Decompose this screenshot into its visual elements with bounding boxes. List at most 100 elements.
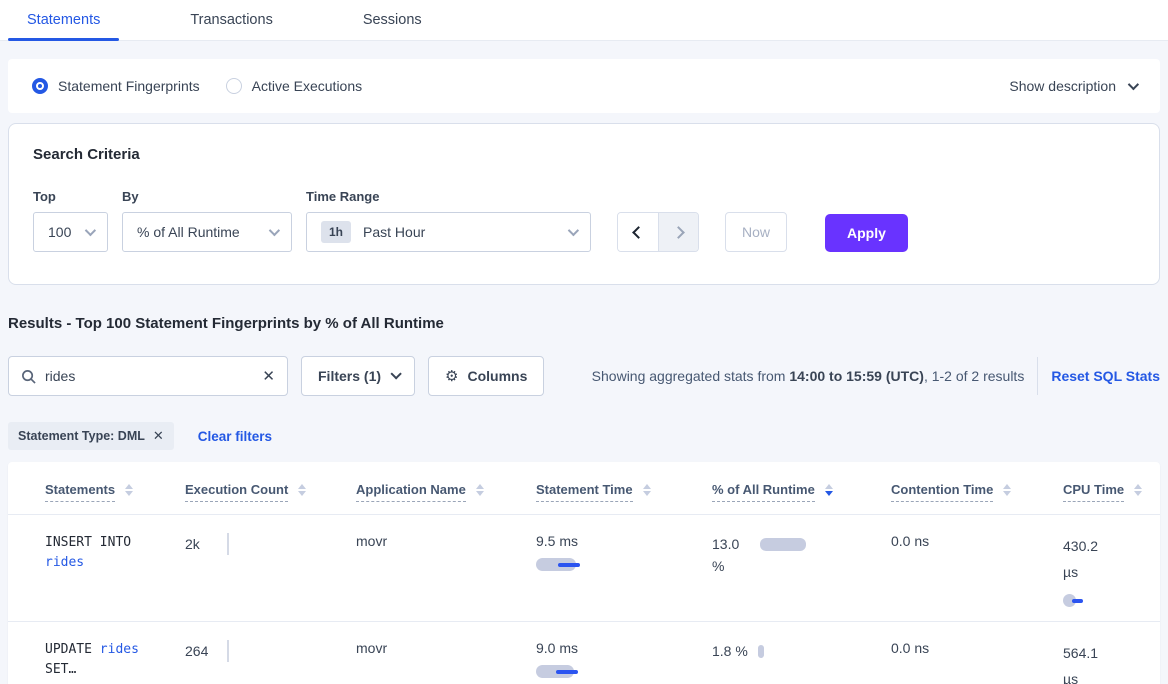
top-label: Top xyxy=(33,189,108,204)
execution-count-cell: 2k xyxy=(185,533,356,555)
application-name-cell: movr xyxy=(356,640,536,656)
summary-prefix: Showing aggregated stats from xyxy=(592,368,790,384)
column-header-pct-runtime[interactable]: % of All Runtime xyxy=(712,482,891,514)
statement-time-cell: 9.0 ms xyxy=(536,640,712,678)
execution-count-value: 264 xyxy=(185,643,225,659)
radio-selected-icon xyxy=(32,78,48,94)
view-mode-band: Statement Fingerprints Active Executions… xyxy=(8,59,1160,113)
time-range-badge: 1h xyxy=(321,221,351,243)
gear-icon: ⚙ xyxy=(445,367,458,385)
reset-sql-stats-link[interactable]: Reset SQL Stats xyxy=(1051,368,1160,384)
execution-count-bar xyxy=(227,533,229,555)
table-header-row: Statements Execution Count Application N… xyxy=(8,462,1160,514)
statement-time-value: 9.5 ms xyxy=(536,533,700,549)
sort-icon xyxy=(125,484,133,496)
tab-transactions[interactable]: Transactions xyxy=(171,2,291,40)
next-time-button[interactable] xyxy=(658,213,698,251)
search-icon xyxy=(21,369,36,384)
search-box: ✕ xyxy=(8,356,288,396)
filters-button-label: Filters (1) xyxy=(318,368,381,384)
statement-time-bar xyxy=(536,558,584,571)
time-range-select[interactable]: 1h Past Hour xyxy=(306,212,591,252)
clear-filters-link[interactable]: Clear filters xyxy=(198,429,272,444)
now-button[interactable]: Now xyxy=(725,212,787,252)
table-row: INSERT INTO rides 2k movr 9.5 ms 13.0 % … xyxy=(8,514,1160,621)
statement-time-value: 9.0 ms xyxy=(536,640,700,656)
column-header-contention-time[interactable]: Contention Time xyxy=(891,482,1063,514)
cpu-time-bar xyxy=(1063,594,1087,607)
chevron-down-icon xyxy=(85,225,96,236)
search-criteria-title: Search Criteria xyxy=(33,146,1135,163)
view-mode-radio-group: Statement Fingerprints Active Executions xyxy=(32,78,362,94)
summary-time-range: 14:00 to 15:59 (UTC) xyxy=(789,368,924,384)
columns-button[interactable]: ⚙ Columns xyxy=(428,356,544,396)
tab-sessions[interactable]: Sessions xyxy=(344,2,441,40)
sort-icon-active-desc xyxy=(825,484,833,496)
columns-button-label: Columns xyxy=(467,368,527,384)
radio-statement-fingerprints[interactable]: Statement Fingerprints xyxy=(32,78,200,94)
statement-cell: INSERT INTO rides xyxy=(45,533,185,573)
cpu-time-value: 430.2 µs xyxy=(1063,533,1109,585)
pct-runtime-cell: 1.8 % xyxy=(712,640,891,662)
clear-search-icon[interactable]: ✕ xyxy=(262,369,275,384)
column-header-statements[interactable]: Statements xyxy=(45,482,185,514)
statement-text: UPDATE xyxy=(45,642,92,657)
results-toolbar: ✕ Filters (1) ⚙ Columns Showing aggregat… xyxy=(8,356,1160,396)
chevron-down-icon xyxy=(269,225,280,236)
sort-icon xyxy=(298,484,306,496)
top-select-value: 100 xyxy=(48,224,71,240)
chevron-left-icon xyxy=(632,226,645,239)
time-range-field: Time Range 1h Past Hour xyxy=(306,189,591,252)
search-input[interactable] xyxy=(45,368,262,384)
pct-runtime-value: 13.0 % xyxy=(712,533,750,577)
results-heading: Results - Top 100 Statement Fingerprints… xyxy=(8,315,1160,332)
top-select[interactable]: 100 xyxy=(33,212,108,252)
column-header-execution-count[interactable]: Execution Count xyxy=(185,482,356,514)
statement-link[interactable]: rides xyxy=(45,555,84,570)
column-header-statement-time[interactable]: Statement Time xyxy=(536,482,712,514)
cpu-time-cell: 430.2 µs xyxy=(1063,533,1160,607)
pct-runtime-bar xyxy=(760,538,806,551)
table-row: UPDATE rides SET… 264 movr 9.0 ms 1.8 % … xyxy=(8,621,1160,684)
column-header-application-name[interactable]: Application Name xyxy=(356,482,536,514)
results-summary: Showing aggregated stats from 14:00 to 1… xyxy=(592,368,1025,384)
vertical-divider xyxy=(1037,357,1038,395)
active-filters-row: Statement Type: DML ✕ Clear filters xyxy=(8,422,1160,450)
chevron-down-icon xyxy=(390,368,401,379)
column-header-cpu-time[interactable]: CPU Time xyxy=(1063,482,1160,514)
contention-time-cell: 0.0 ns xyxy=(891,640,1063,656)
statements-table: Statements Execution Count Application N… xyxy=(8,462,1160,684)
filter-chip-statement-type[interactable]: Statement Type: DML ✕ xyxy=(8,422,174,450)
radio-active-executions[interactable]: Active Executions xyxy=(226,78,363,94)
remove-filter-icon[interactable]: ✕ xyxy=(153,428,164,444)
search-criteria-card: Search Criteria Top 100 By % of All Runt… xyxy=(8,123,1160,285)
sort-icon xyxy=(476,484,484,496)
cpu-time-value: 564.1 µs xyxy=(1063,640,1109,684)
pct-runtime-cell: 13.0 % xyxy=(712,533,891,577)
chevron-right-icon xyxy=(672,226,685,239)
show-description-toggle[interactable]: Show description xyxy=(1009,78,1136,94)
contention-time-cell: 0.0 ns xyxy=(891,533,1063,549)
statement-cell: UPDATE rides SET… xyxy=(45,640,185,680)
execution-count-cell: 264 xyxy=(185,640,356,662)
statement-link[interactable]: rides xyxy=(100,642,139,657)
apply-button[interactable]: Apply xyxy=(825,214,908,252)
radio-statement-fingerprints-label: Statement Fingerprints xyxy=(58,78,200,94)
chevron-down-icon xyxy=(568,225,579,236)
statement-time-bar xyxy=(536,665,584,678)
filter-chip-label: Statement Type: DML xyxy=(18,429,145,443)
summary-suffix: , 1-2 of 2 results xyxy=(924,368,1024,384)
filters-button[interactable]: Filters (1) xyxy=(301,356,415,396)
sql-activity-tabbar: Statements Transactions Sessions xyxy=(0,0,1168,41)
by-select[interactable]: % of All Runtime xyxy=(122,212,292,252)
cpu-time-cell: 564.1 µs xyxy=(1063,640,1160,684)
time-nav-group xyxy=(617,212,699,252)
previous-time-button[interactable] xyxy=(618,213,658,251)
show-description-label: Show description xyxy=(1009,78,1116,94)
by-select-value: % of All Runtime xyxy=(137,224,240,240)
statement-text: INSERT INTO xyxy=(45,535,131,550)
by-field: By % of All Runtime xyxy=(122,189,292,252)
radio-active-executions-label: Active Executions xyxy=(252,78,363,94)
tab-statements[interactable]: Statements xyxy=(8,2,119,40)
statement-time-cell: 9.5 ms xyxy=(536,533,712,571)
